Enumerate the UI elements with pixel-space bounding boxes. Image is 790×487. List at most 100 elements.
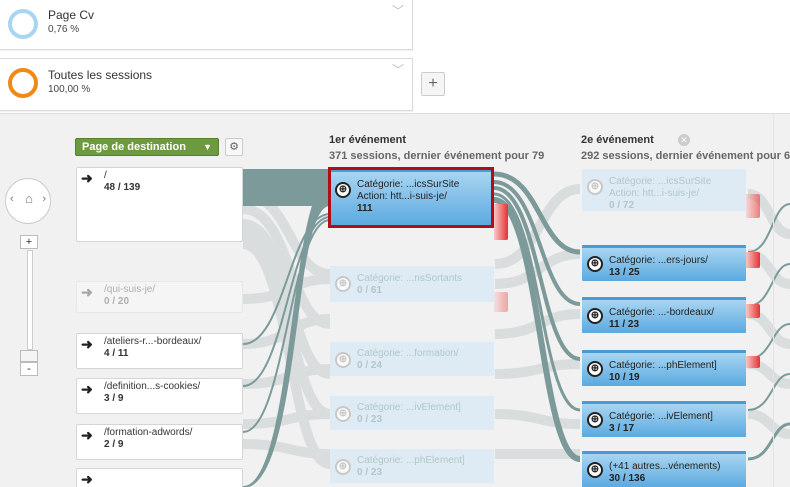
event-node[interactable]: ⊕ Catégorie: ...ivElement] 0 / 23: [330, 396, 494, 430]
close-icon[interactable]: ✕: [678, 134, 690, 146]
page-count: 2 / 9: [104, 439, 124, 450]
event-node[interactable]: ⊕ Catégorie: ...phElement] 10 / 19: [582, 350, 746, 386]
segment-panel: Page Cv 0,76 % ﹀ Toutes les sessions 100…: [0, 0, 790, 113]
destination-page-label: Page de destination: [82, 141, 186, 153]
zoom-in-button[interactable]: +: [20, 235, 38, 249]
event-count: 3 / 17: [609, 423, 635, 434]
zoom-slider-track[interactable]: [27, 250, 33, 350]
event-count: 13 / 25: [609, 267, 640, 278]
event-icon: ⊕: [335, 406, 351, 422]
page-path: /ateliers-r...-bordeaux/: [104, 336, 202, 347]
column-title-2: 2e événement: [581, 134, 654, 146]
arrow-right-icon: ➜: [81, 381, 93, 397]
event-category: Catégorie: ...phElement]: [609, 360, 717, 371]
caret-down-icon: ▼: [203, 142, 212, 152]
event-icon: ⊕: [335, 276, 351, 292]
arrow-right-icon: ➜: [81, 336, 93, 352]
chevron-right-icon[interactable]: ›: [42, 193, 46, 205]
page-path: /qui-suis-je/: [104, 284, 156, 295]
event-category: Catégorie: ...ivElement]: [357, 402, 461, 413]
event-action: Action: htt...i-suis-je/: [609, 188, 700, 199]
landing-page-node[interactable]: ➜ /definition...s-cookies/ 3 / 9: [76, 378, 243, 414]
event-node[interactable]: ⊕ Catégorie: ...ers-jours/ 13 / 25: [582, 245, 746, 281]
page-count: 4 / 11: [104, 348, 129, 359]
event-icon: ⊕: [587, 308, 603, 324]
event-icon: ⊕: [587, 256, 603, 272]
landing-page-node[interactable]: ➜ /ateliers-r...-bordeaux/ 4 / 11: [76, 333, 243, 369]
event-count: 0 / 72: [609, 200, 635, 211]
page-count: 0 / 20: [104, 296, 130, 307]
pan-control[interactable]: ‹ ⌂ ›: [5, 178, 51, 224]
destination-page-dropdown[interactable]: Page de destination ▼: [75, 138, 219, 156]
page-count: 3 / 9: [104, 393, 124, 404]
zoom-out-button[interactable]: -: [20, 362, 38, 376]
event-node[interactable]: ⊕ Catégorie: ...formation/ 0 / 24: [330, 342, 494, 376]
event-icon: ⊕: [587, 361, 603, 377]
event-icon: ⊕: [587, 179, 603, 195]
page-path: /: [104, 170, 107, 181]
event-flow-canvas: Page de destination ▼ ⚙ 1er événement 37…: [0, 113, 790, 487]
column-subtitle-2: 292 sessions, dernier événement pour 6: [581, 150, 790, 162]
gear-icon[interactable]: ⚙: [225, 138, 243, 156]
arrow-right-icon: ➜: [81, 427, 93, 443]
event-category: Catégorie: ...-bordeaux/: [609, 307, 715, 318]
drop-off-bar[interactable]: [746, 304, 760, 318]
page-path: /definition...s-cookies/: [104, 381, 201, 392]
drop-off-bar[interactable]: [494, 204, 508, 240]
segment-ring-icon: [8, 9, 38, 39]
drop-off-bar[interactable]: [746, 194, 760, 218]
event-icon: ⊕: [335, 352, 351, 368]
event-count: 30 / 136: [609, 473, 646, 484]
event-node[interactable]: ⊕ Catégorie: ...ivElement] 3 / 17: [582, 401, 746, 437]
segment-name: Page Cv: [48, 8, 95, 22]
event-category: Catégorie: ...ers-jours/: [609, 255, 708, 266]
page-path: /formation-adwords/: [104, 427, 193, 438]
segment-ring-icon: [8, 68, 38, 98]
event-category: Catégorie: ...phElement]: [357, 455, 465, 466]
segment-name: Toutes les sessions: [48, 68, 153, 82]
selection-highlight: [328, 167, 494, 228]
event-node[interactable]: ⊕ Catégorie: ...phElement] 0 / 23: [330, 449, 494, 483]
event-icon: ⊕: [335, 459, 351, 475]
event-count: 0 / 24: [357, 360, 383, 371]
segment-card-page-cv[interactable]: Page Cv 0,76 % ﹀: [0, 0, 413, 50]
column-divider: [773, 114, 774, 487]
event-count: 10 / 19: [609, 372, 640, 383]
arrow-right-icon: ➜: [81, 471, 93, 487]
event-count: 0 / 61: [357, 285, 383, 296]
column-subtitle-1: 371 sessions, dernier événement pour 79: [329, 150, 545, 162]
event-node[interactable]: ⊕ Catégorie: ...icsSurSite Action: htt..…: [582, 169, 746, 211]
event-icon: ⊕: [587, 462, 603, 478]
landing-page-node[interactable]: ➜ / 48 / 139: [76, 167, 243, 242]
event-category: Catégorie: ...ivElement]: [609, 411, 713, 422]
event-node[interactable]: ⊕ Catégorie: ...-bordeaux/ 11 / 23: [582, 297, 746, 333]
add-segment-button[interactable]: +: [421, 72, 445, 96]
page-count: 48 / 139: [104, 182, 141, 193]
landing-page-node[interactable]: ➜ /formation-adwords/ 2 / 9: [76, 424, 243, 460]
segment-card-all-sessions[interactable]: Toutes les sessions 100,00 % ﹀: [0, 58, 413, 111]
event-node[interactable]: ⊕ Catégorie: ...nsSortants 0 / 61: [330, 266, 494, 302]
segment-percent: 0,76 %: [48, 24, 80, 35]
chevron-left-icon[interactable]: ‹: [10, 193, 14, 205]
event-category: Catégorie: ...formation/: [357, 348, 459, 359]
drop-off-bar[interactable]: [746, 252, 760, 268]
landing-page-node[interactable]: ➜: [76, 468, 243, 487]
drop-off-bar[interactable]: [746, 356, 760, 368]
event-category: (+41 autres...vénements): [609, 461, 721, 472]
landing-page-node[interactable]: ➜ /qui-suis-je/ 0 / 20: [76, 281, 243, 313]
chevron-down-icon[interactable]: ﹀: [392, 61, 404, 78]
chevron-down-icon[interactable]: ﹀: [392, 2, 404, 19]
home-icon[interactable]: ⌂: [21, 191, 37, 207]
drop-off-bar[interactable]: [494, 292, 508, 312]
column-title-1: 1er événement: [329, 134, 407, 146]
event-category: Catégorie: ...icsSurSite: [609, 176, 712, 187]
arrow-right-icon: ➜: [81, 170, 93, 186]
event-node-others[interactable]: ⊕ (+41 autres...vénements) 30 / 136: [582, 451, 746, 487]
event-category: Catégorie: ...nsSortants: [357, 273, 463, 284]
zoom-slider-thumb[interactable]: [20, 350, 38, 362]
event-count: 0 / 23: [357, 467, 383, 478]
event-icon: ⊕: [587, 412, 603, 428]
arrow-right-icon: ➜: [81, 284, 93, 300]
event-count: 0 / 23: [357, 414, 383, 425]
event-count: 11 / 23: [609, 319, 640, 330]
